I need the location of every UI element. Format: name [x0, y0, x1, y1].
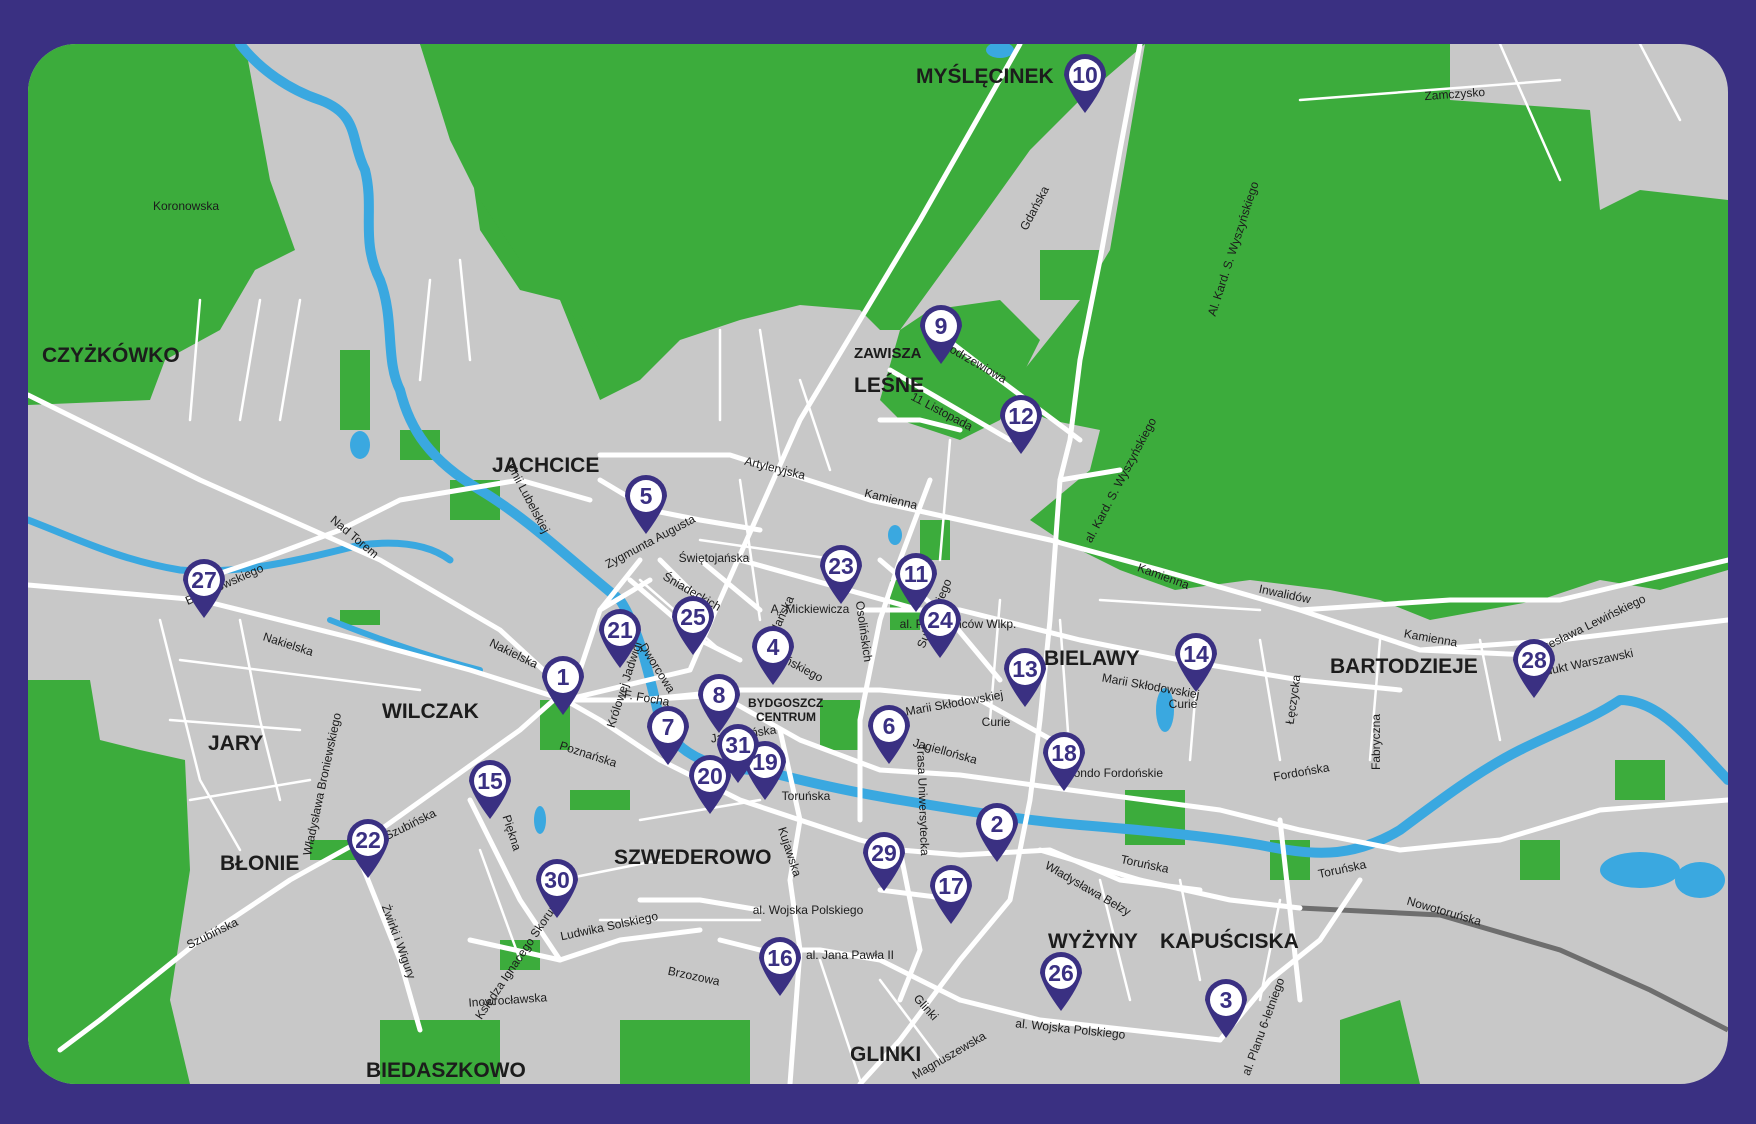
- marker-number: 23: [828, 553, 854, 579]
- district-label-jary: JARY: [208, 732, 263, 755]
- marker-number: 3: [1220, 987, 1233, 1013]
- marker-number: 22: [355, 827, 381, 853]
- marker-number: 24: [927, 607, 953, 633]
- marker-number: 5: [640, 483, 653, 509]
- marker-number: 14: [1183, 641, 1209, 667]
- marker-number: 31: [725, 732, 751, 758]
- marker-number: 15: [477, 768, 503, 794]
- marker-number: 2: [991, 811, 1004, 837]
- marker-number: 13: [1012, 656, 1038, 682]
- district-label-bielawy: BIELAWY: [1044, 647, 1140, 670]
- marker-number: 20: [697, 763, 723, 789]
- marker-number: 28: [1521, 647, 1547, 673]
- marker-number: 7: [662, 714, 675, 740]
- marker-number: 9: [935, 313, 948, 339]
- district-label-glinki: GLINKI: [850, 1043, 921, 1066]
- district-label-szwederowo: SZWEDEROWO: [614, 846, 772, 869]
- street-label: Świętojańska: [679, 550, 750, 565]
- district-label-bartodzieje: BARTODZIEJE: [1330, 655, 1478, 678]
- marker-number: 17: [938, 873, 964, 899]
- marker-number: 26: [1048, 960, 1074, 986]
- street-label: al. Wojska Polskiego: [753, 903, 864, 917]
- marker-number: 8: [713, 682, 726, 708]
- marker-number: 6: [883, 713, 896, 739]
- marker-number: 21: [607, 617, 633, 643]
- district-label-zawisza: ZAWISZA: [854, 345, 922, 362]
- district-label-biedaszkowo: BIEDASZKOWO: [366, 1059, 526, 1082]
- marker-number: 11: [904, 561, 929, 587]
- marker-number: 27: [191, 567, 217, 593]
- street-label: A. Mickiewicza: [771, 602, 850, 616]
- district-label-wilczak: WILCZAK: [382, 700, 479, 723]
- district-label-czyzkowko: CZYŻKÓWKO: [42, 343, 180, 367]
- marker-number: 10: [1072, 62, 1098, 88]
- district-label-wyzyny: WYŻYNY: [1048, 930, 1138, 953]
- marker-number: 29: [871, 840, 897, 866]
- marker-number: 18: [1051, 740, 1077, 766]
- marker-number: 30: [544, 867, 570, 893]
- marker-number: 25: [680, 604, 706, 630]
- street-label: Curie: [1169, 697, 1198, 711]
- map-frame: CZYŻKÓWKO JACHCICE MYŚLĘCINEK ZAWISZA LE…: [0, 0, 1756, 1124]
- marker-number: 16: [767, 945, 793, 971]
- district-label-myslecinek: MYŚLĘCINEK: [916, 64, 1054, 88]
- street-label: Toruńska: [782, 789, 831, 803]
- street-label: al. Jana Pawła II: [806, 948, 894, 962]
- street-label: Curie: [982, 715, 1011, 729]
- marker-number: 4: [767, 634, 780, 660]
- district-label-centrum: BYDGOSZCZ: [748, 696, 823, 710]
- district-label-kapusciska: KAPUŚCISKA: [1160, 929, 1299, 953]
- district-label-centrum2: CENTRUM: [756, 710, 816, 724]
- street-label: Rondo Fordońskie: [1065, 766, 1163, 780]
- marker-number: 1: [557, 664, 570, 690]
- street-label: Fabryczna: [1369, 714, 1383, 770]
- district-label-blonie: BŁONIE: [220, 852, 299, 875]
- city-map[interactable]: CZYŻKÓWKO JACHCICE MYŚLĘCINEK ZAWISZA LE…: [0, 0, 1756, 1124]
- street-label: Koronowska: [153, 199, 219, 213]
- marker-number: 12: [1008, 403, 1034, 429]
